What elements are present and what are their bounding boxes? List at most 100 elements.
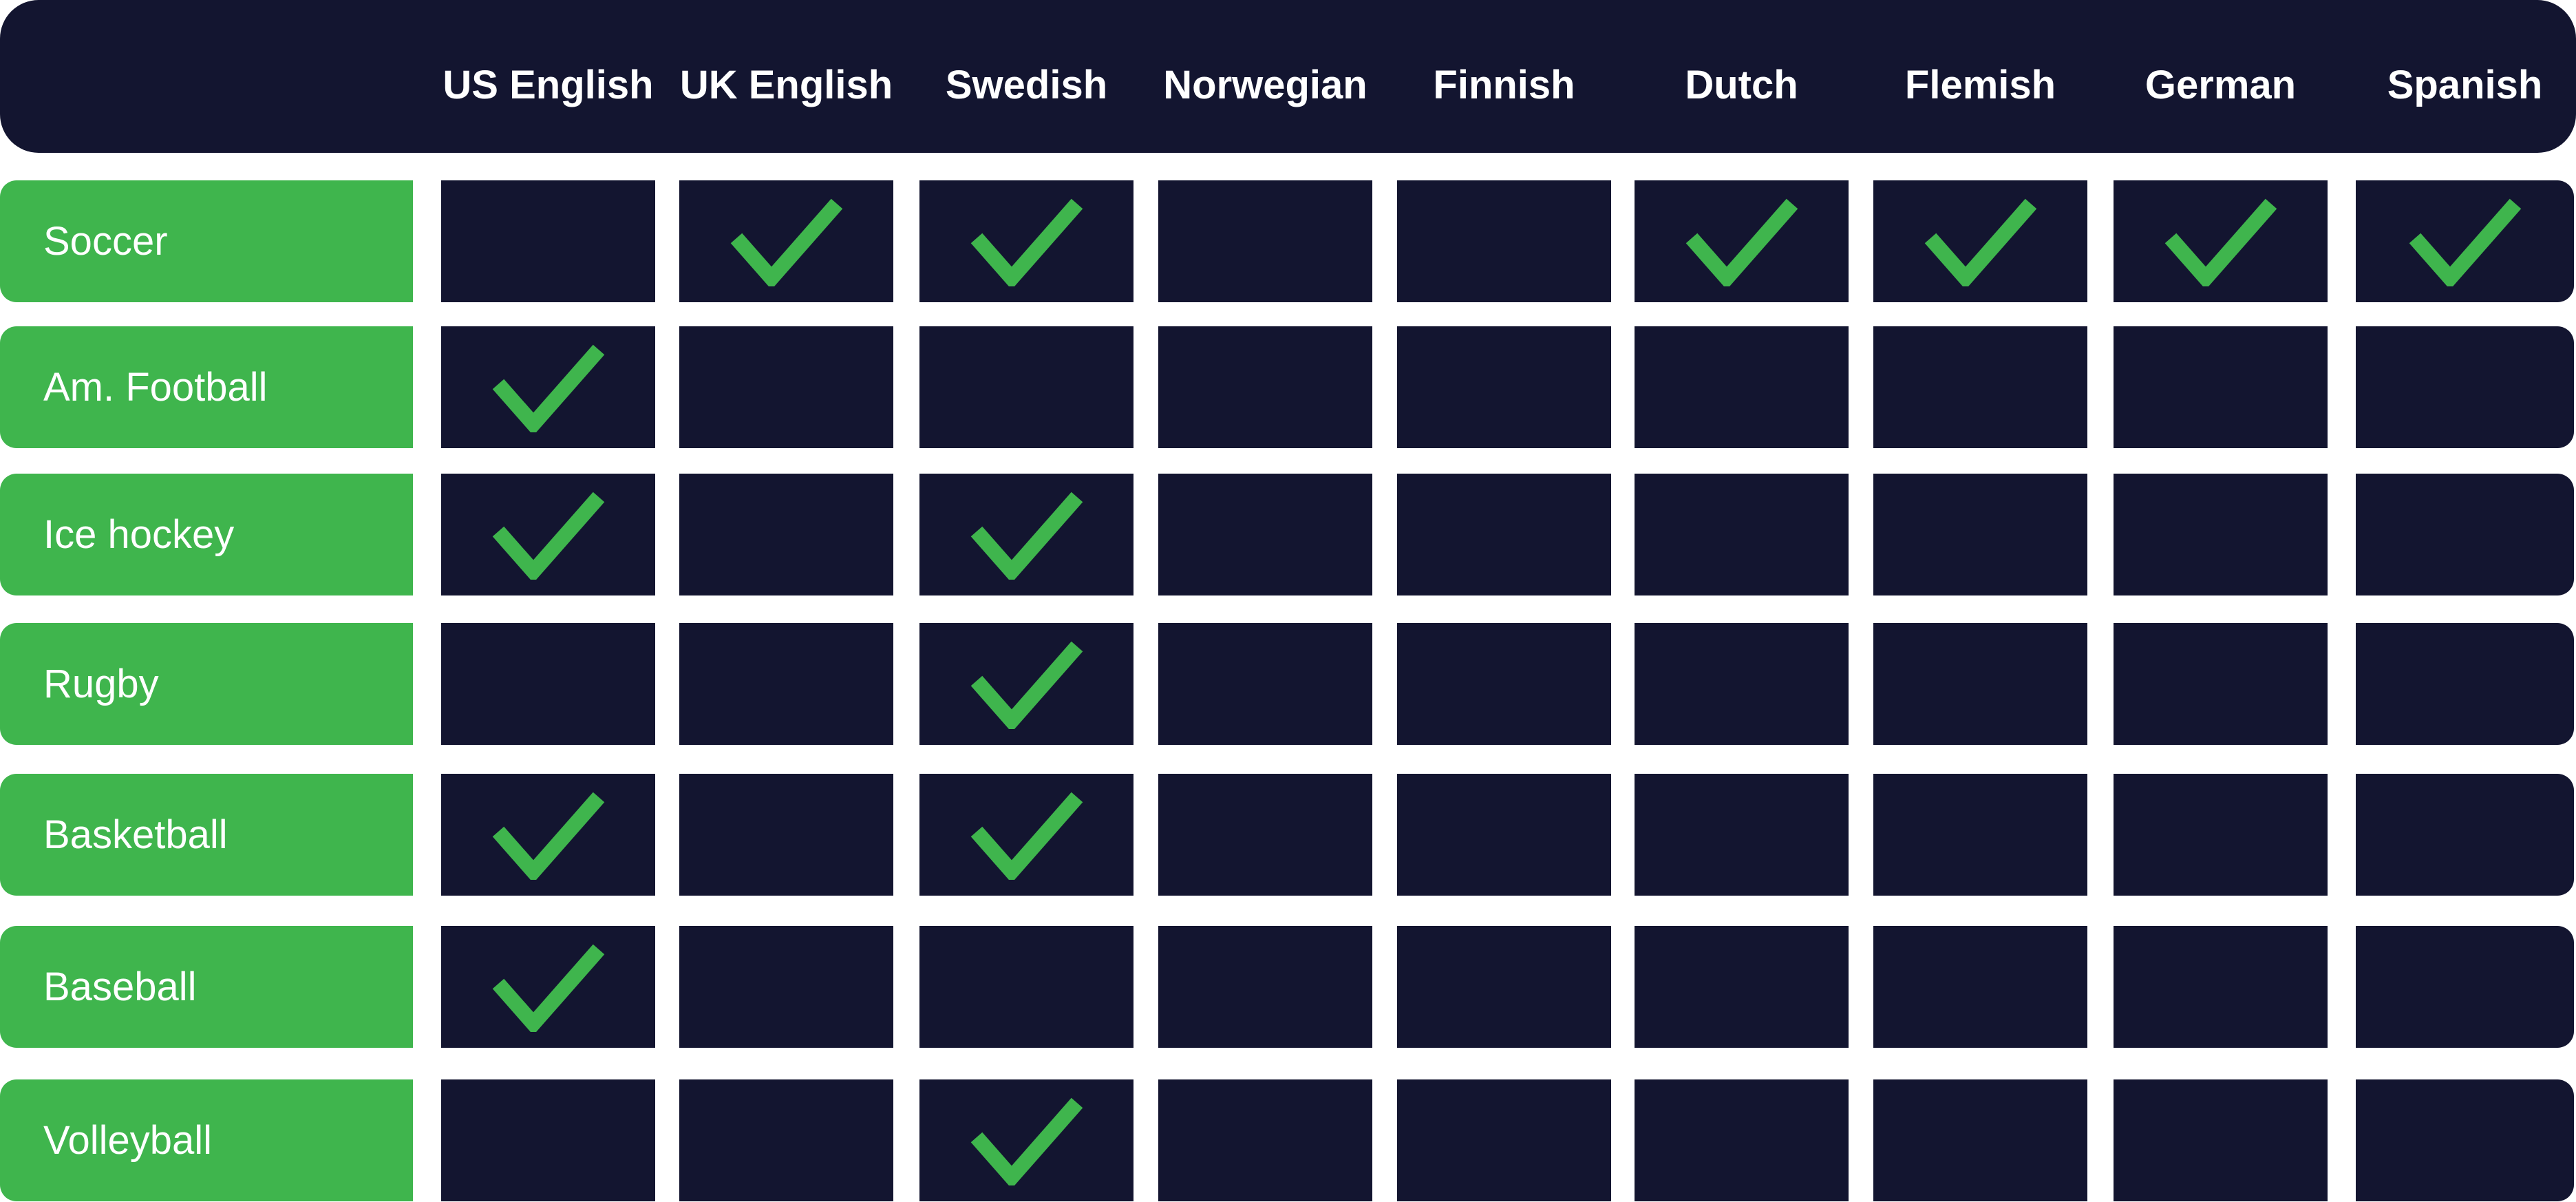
checkmark-icon [970,1097,1083,1185]
checkmark-icon [970,792,1083,880]
matrix-cell [1158,474,1372,595]
checkmark-path [492,492,604,580]
matrix-cell [1873,1079,2087,1201]
column-header: Swedish [945,63,1108,107]
matrix-cell [2356,180,2574,302]
matrix-cell [1873,926,2087,1048]
checkmark-path [2409,198,2521,286]
matrix-cell [919,774,1133,896]
matrix-cell [1397,474,1611,595]
matrix-cell [1873,623,2087,745]
matrix-cell [1397,180,1611,302]
matrix-cell [919,926,1133,1048]
matrix-cell [441,474,655,595]
matrix-cell [679,623,893,745]
matrix-cell [1158,774,1372,896]
matrix-cell [679,326,893,448]
matrix-cell [1635,180,1849,302]
matrix-cell [679,774,893,896]
matrix-cell [1635,1079,1849,1201]
matrix-cell [1635,623,1849,745]
checkmark-icon [1685,198,1798,286]
checkmark-path [492,944,604,1032]
checkmark-path [970,492,1083,580]
row-label: Volleyball [0,1079,413,1201]
checkmark-path [970,198,1083,286]
matrix-cell [679,926,893,1048]
row-label: Soccer [0,180,413,302]
checkmark-path [492,792,604,880]
matrix-cell [2114,474,2328,595]
checkmark-path [492,344,604,432]
checkmark-path [730,198,842,286]
checkmark-icon [2409,198,2521,286]
matrix-cell [2114,326,2328,448]
matrix-cell [2356,774,2574,896]
matrix-cell [1397,623,1611,745]
matrix-cell [441,1079,655,1201]
matrix-cell [1158,326,1372,448]
matrix-cell [1635,774,1849,896]
column-header: Flemish [1904,63,2056,107]
matrix-cell [679,474,893,595]
checkmark-icon [1924,198,2036,286]
checkmark-icon [492,492,604,580]
checkmark-icon [730,198,842,286]
matrix-cell [919,1079,1133,1201]
checkmark-path [970,641,1083,729]
matrix-cell [919,326,1133,448]
column-header: Spanish [2387,63,2543,107]
row-label: Baseball [0,926,413,1048]
matrix-cell [2356,623,2574,745]
matrix-cell [2356,926,2574,1048]
matrix-cell [2114,623,2328,745]
matrix-cell [1397,926,1611,1048]
matrix-cell [2114,774,2328,896]
matrix-cell [2114,1079,2328,1201]
matrix-cell [1873,474,2087,595]
checkmark-path [2164,198,2277,286]
checkmark-path [1685,198,1798,286]
matrix-cell [1635,326,1849,448]
checkmark-icon [492,792,604,880]
matrix-cell [441,180,655,302]
matrix-cell [441,623,655,745]
checkmark-icon [970,198,1083,286]
row-label: Ice hockey [0,474,413,595]
checkmark-path [970,792,1083,880]
matrix-cell [1397,1079,1611,1201]
column-header: Finnish [1433,63,1575,107]
matrix-cell [1873,326,2087,448]
matrix-cell [1635,926,1849,1048]
matrix-cell [1873,180,2087,302]
matrix-cell [1873,774,2087,896]
row-label: Rugby [0,623,413,745]
matrix-cell [1397,774,1611,896]
matrix-cell [919,623,1133,745]
column-header: Norwegian [1163,63,1367,107]
checkmark-icon [492,344,604,432]
column-header: German [2144,63,2297,107]
matrix-cell [2356,326,2574,448]
matrix-cell [1635,474,1849,595]
matrix-cell [679,180,893,302]
checkmark-path [970,1097,1083,1185]
column-header: Dutch [1685,63,1798,107]
matrix-cell [2356,474,2574,595]
row-label: Am. Football [0,326,413,448]
row-label: Basketball [0,774,413,896]
checkmark-icon [2164,198,2277,286]
matrix-cell [441,926,655,1048]
matrix-cell [1158,180,1372,302]
matrix-cell [919,474,1133,595]
matrix-cell [679,1079,893,1201]
column-header: US English [443,63,654,107]
checkmark-icon [492,944,604,1032]
matrix-cell [1158,1079,1372,1201]
matrix-cell [1158,623,1372,745]
checkmark-path [1924,198,2036,286]
checkmark-icon [970,492,1083,580]
matrix-cell [2356,1079,2574,1201]
checkmark-icon [970,641,1083,729]
matrix-cell [919,180,1133,302]
